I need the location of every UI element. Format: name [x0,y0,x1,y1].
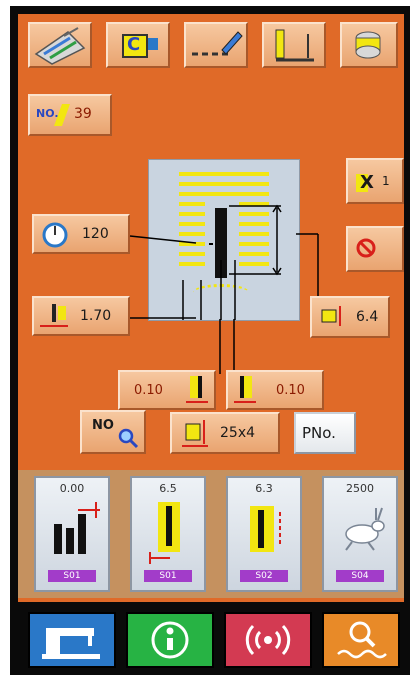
stitch-size-icon [182,420,208,447]
offset-left-icon [186,376,208,403]
search-pattern-icon [337,621,387,659]
reset-button[interactable] [346,226,404,272]
pattern-search-button[interactable]: NO [80,410,146,454]
pencil-line-icon [192,31,243,56]
width-icon [40,304,68,327]
pattern-search-mode-button[interactable] [322,612,400,668]
pattern-button-tag: S04 [336,570,384,582]
trim-line-button[interactable] [184,22,248,68]
bobbin-winder-icon [355,31,381,59]
rabbit-speed-icon [345,507,385,551]
pattern-button[interactable]: 6.5 S01 [130,476,206,592]
bartack-width-button[interactable]: 1.70 [32,296,130,336]
pattern-button[interactable]: 6.3 S02 [226,476,302,592]
counter-value: 1 [382,174,390,188]
speed-dial-icon [42,222,68,248]
offset-right-button[interactable]: 0.10 [226,370,324,410]
sew-mode-button[interactable] [28,612,116,668]
bartack-width-value: 1.70 [80,308,112,324]
pattern-button-tag: S01 [144,570,192,582]
offset-left-value: 0.10 [134,383,163,398]
stitch-size-value: 25x4 [220,425,256,441]
bartack-length-value: 6.4 [356,309,379,325]
bartack-diagram [148,159,300,321]
info-icon [151,621,189,659]
threads-icon [34,27,86,65]
speed-value: 120 [82,226,109,242]
pattern-button-top-value: 2500 [346,482,374,495]
pattern-button-top-value: 0.00 [59,482,85,495]
stitch-pattern-icon [54,502,100,554]
bobbin-winder-button[interactable] [340,22,398,68]
dimension-lines [182,204,282,320]
stitch-pattern-icon [250,506,281,552]
offset-right-icon [234,376,256,403]
clamp-arrow-icon [148,38,158,50]
pno-label: PNo. [302,424,336,442]
bottom-control-bar [18,604,404,670]
pno-button[interactable]: PNo. [294,412,356,454]
communication-button[interactable] [224,612,312,668]
search-no-label: NO [92,418,114,433]
sewing-machine-icon [42,628,100,659]
offset-right-value: 0.10 [276,383,305,398]
magnifier-icon [118,428,139,449]
presser-foot-icon [275,29,314,62]
screen-bezel: C NO. 39 X 1 120 1.70 6.4 0.10 0.10 NO 2… [10,6,410,675]
pattern-button-top-value: 6.5 [159,482,177,495]
bartack-length-button[interactable]: 6.4 [310,296,390,338]
clamp-button[interactable]: C [106,22,170,68]
speed-button[interactable]: 120 [32,214,130,254]
pattern-number-value: 39 [74,106,92,122]
pattern-button-top-value: 6.3 [255,482,273,495]
pattern-button-tag: S01 [48,570,96,582]
pattern-button-tag: S02 [240,570,288,582]
information-button[interactable] [126,612,214,668]
presser-foot-button[interactable] [262,22,326,68]
offset-left-button[interactable]: 0.10 [118,370,216,410]
pattern-button[interactable]: 0.00 S01 [34,476,110,592]
pattern-number-label: NO. [36,107,59,120]
stitch-pattern-icon [149,502,180,564]
counter-button[interactable]: X 1 [346,158,404,204]
counter-label: X [360,172,374,193]
length-icon [321,306,341,326]
main-panel: C NO. 39 X 1 120 1.70 6.4 0.10 0.10 NO 2… [18,14,404,602]
pattern-button[interactable]: 2500 S04 [322,476,398,592]
clamp-letter: C [127,34,141,55]
signal-icon [245,624,291,656]
pattern-number-button[interactable]: NO. 39 [28,94,112,136]
stitch-size-button[interactable]: 25x4 [170,412,280,454]
prohibit-icon [356,238,376,258]
thread-settings-button[interactable] [28,22,92,68]
